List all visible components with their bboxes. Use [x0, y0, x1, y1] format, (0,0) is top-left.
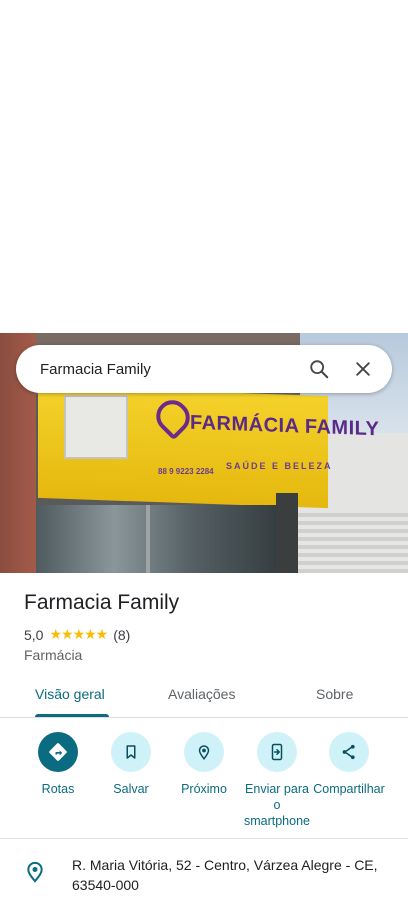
- place-title: Farmacia Family: [24, 591, 180, 614]
- nearby-icon: [198, 745, 210, 760]
- bookmark-icon: [126, 745, 136, 759]
- photo-air-conditioner: [64, 395, 128, 459]
- share-label: Compartilhar: [313, 782, 385, 796]
- save-label: Salvar: [113, 782, 149, 796]
- send-to-phone-button[interactable]: Enviar para o smartphone: [237, 732, 317, 829]
- close-icon: [356, 362, 370, 376]
- share-button-circle: [329, 732, 369, 772]
- save-button[interactable]: Salvar: [91, 732, 171, 797]
- active-tab-indicator: [35, 714, 109, 717]
- search-icon: [310, 360, 329, 379]
- action-buttons-row: Rotas Salvar Próximo Enviar para o smart…: [0, 730, 408, 838]
- directions-label: Rotas: [41, 782, 75, 796]
- send-to-phone-circle: [257, 732, 297, 772]
- directions-button-circle: [38, 732, 78, 772]
- share-icon: [342, 744, 355, 760]
- map-area-blank: [0, 0, 408, 333]
- send-to-phone-icon: [271, 743, 283, 761]
- photo-sign-phone: 88 9 9223 2284: [158, 467, 214, 476]
- nearby-label: Próximo: [181, 782, 227, 796]
- photo-door-frame: [146, 505, 150, 573]
- address-row[interactable]: R. Maria Vitória, 52 - Centro, Várzea Al…: [0, 855, 408, 895]
- clear-button[interactable]: [348, 354, 378, 384]
- star-rating-icons: ★★★★★: [49, 626, 108, 642]
- photo-sign-tagline: SAÚDE E BELEZA: [226, 461, 333, 471]
- photo-pillar: [276, 493, 298, 573]
- search-button[interactable]: [304, 354, 334, 384]
- rating-row[interactable]: 5,0 ★★★★★ (8): [24, 626, 130, 643]
- search-input[interactable]: Farmacia Family: [40, 361, 290, 378]
- tab-bar: Visão geral Avaliações Sobre: [0, 674, 408, 718]
- tab-overview[interactable]: Visão geral: [35, 686, 105, 702]
- save-button-circle: [111, 732, 151, 772]
- section-divider: [0, 838, 408, 839]
- address-icon-wrap: [0, 855, 72, 895]
- directions-button[interactable]: Rotas: [18, 732, 98, 797]
- location-pin-icon: [27, 861, 43, 883]
- rating-value: 5,0: [24, 626, 44, 643]
- share-button[interactable]: Compartilhar: [309, 732, 389, 797]
- place-category[interactable]: Farmácia: [24, 647, 82, 663]
- search-bar[interactable]: Farmacia Family: [16, 345, 392, 393]
- photo-storefront-glass: [36, 505, 296, 573]
- address-text: R. Maria Vitória, 52 - Centro, Várzea Al…: [72, 857, 378, 893]
- nearby-button[interactable]: Próximo: [164, 732, 244, 797]
- tab-about[interactable]: Sobre: [316, 686, 353, 702]
- photo-shutter: [298, 513, 408, 573]
- send-to-phone-label: Enviar para o smartphone: [243, 782, 310, 828]
- nearby-button-circle: [184, 732, 224, 772]
- tab-reviews[interactable]: Avaliações: [168, 686, 235, 702]
- review-count: (8): [113, 626, 131, 643]
- directions-icon: [49, 743, 67, 761]
